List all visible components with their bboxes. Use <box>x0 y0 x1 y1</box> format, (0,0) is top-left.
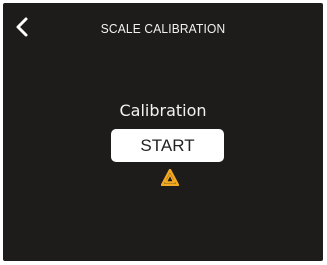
start-button[interactable]: START <box>111 129 224 162</box>
scale-calibration-screen: SCALE CALIBRATION Calibration START <box>3 3 323 261</box>
device-frame: SCALE CALIBRATION Calibration START <box>0 0 327 265</box>
page-title: SCALE CALIBRATION <box>100 21 226 36</box>
marker-a-icon <box>161 169 179 186</box>
calibration-label: Calibration <box>119 101 207 120</box>
